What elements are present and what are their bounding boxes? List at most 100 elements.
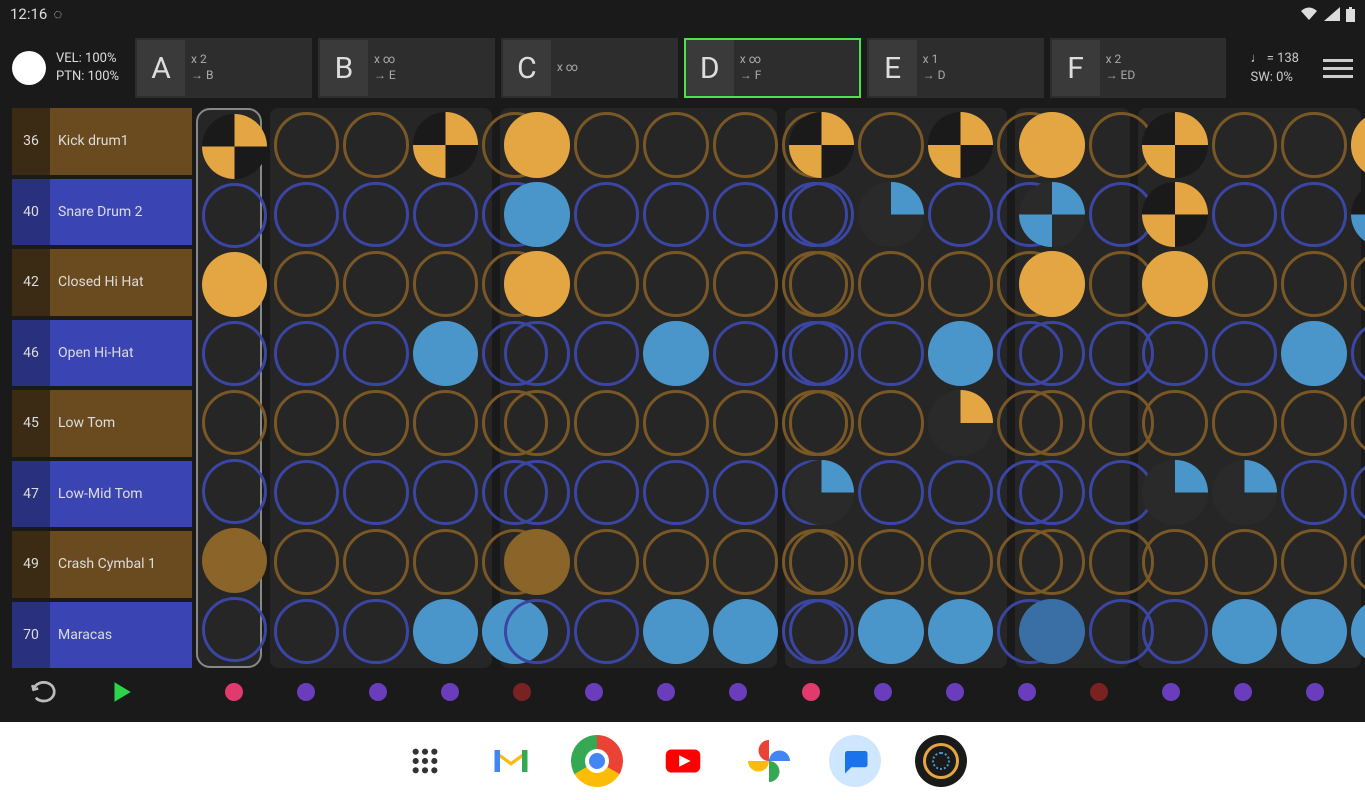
step-cell[interactable]	[858, 529, 924, 595]
record-indicator[interactable]	[12, 51, 46, 85]
step-cell[interactable]	[928, 321, 994, 387]
step-cell[interactable]	[574, 321, 640, 387]
step-cell[interactable]	[274, 251, 340, 317]
step-cell[interactable]	[413, 112, 479, 178]
step-cell[interactable]	[274, 390, 340, 456]
step-cell[interactable]	[1019, 390, 1085, 456]
step-cell[interactable]	[574, 182, 640, 248]
step-cell[interactable]	[713, 599, 779, 665]
step-cell[interactable]	[1281, 112, 1347, 178]
step-cell[interactable]	[1019, 599, 1085, 665]
step-dot[interactable]	[369, 683, 387, 701]
step-cell[interactable]	[858, 321, 924, 387]
step-cell[interactable]	[274, 321, 340, 387]
step-cell[interactable]	[574, 112, 640, 178]
step-cell[interactable]	[1142, 321, 1208, 387]
step-cell[interactable]	[413, 321, 479, 387]
track-label[interactable]: 47Low-Mid Tom	[12, 461, 192, 528]
messages-icon[interactable]	[829, 735, 881, 787]
step-cell[interactable]	[1019, 460, 1085, 526]
step-cell[interactable]	[1351, 529, 1365, 595]
step-dot[interactable]	[657, 683, 675, 701]
step-cell[interactable]	[1351, 112, 1365, 178]
youtube-icon[interactable]	[657, 735, 709, 787]
step-cell[interactable]	[1212, 112, 1278, 178]
step-cell[interactable]	[504, 182, 570, 248]
step-dot[interactable]	[874, 683, 892, 701]
step-cell[interactable]	[789, 112, 855, 178]
step-dot[interactable]	[585, 683, 603, 701]
step-cell[interactable]	[504, 599, 570, 665]
step-cell[interactable]	[928, 251, 994, 317]
photos-icon[interactable]	[743, 735, 795, 787]
drum-app-icon[interactable]	[915, 735, 967, 787]
step-dot[interactable]	[729, 683, 747, 701]
step-cell[interactable]	[274, 529, 340, 595]
step-cell[interactable]	[343, 599, 409, 665]
step-cell[interactable]	[343, 460, 409, 526]
step-cell[interactable]	[1351, 390, 1365, 456]
track-label[interactable]: 70Maracas	[12, 602, 192, 669]
loop-button[interactable]	[30, 678, 58, 706]
chrome-icon[interactable]	[571, 735, 623, 787]
step-cell[interactable]	[789, 390, 855, 456]
step-cell[interactable]	[643, 112, 709, 178]
step-dot[interactable]	[225, 683, 243, 701]
step-cell[interactable]	[413, 251, 479, 317]
step-cell[interactable]	[928, 112, 994, 178]
step-cell[interactable]	[643, 251, 709, 317]
step-cell[interactable]	[928, 599, 994, 665]
step-cell[interactable]	[1212, 599, 1278, 665]
step-cell[interactable]	[343, 390, 409, 456]
step-cell[interactable]	[1212, 529, 1278, 595]
tempo-readout[interactable]: ♩ = 138 SW: 0%	[1250, 49, 1299, 88]
pattern-tab-c[interactable]: Cx ∞	[501, 38, 678, 98]
step-cell[interactable]	[1212, 182, 1278, 248]
step-cell[interactable]	[202, 114, 267, 179]
step-cell[interactable]	[1142, 112, 1208, 178]
step-cell[interactable]	[343, 251, 409, 317]
step-cell[interactable]	[1019, 251, 1085, 317]
step-cell[interactable]	[504, 251, 570, 317]
step-cell[interactable]	[504, 112, 570, 178]
step-cell[interactable]	[1212, 251, 1278, 317]
step-cell[interactable]	[1019, 529, 1085, 595]
pattern-tab-a[interactable]: Ax 2→ B	[135, 38, 312, 98]
step-cell[interactable]	[574, 529, 640, 595]
step-cell[interactable]	[713, 390, 779, 456]
step-cell[interactable]	[1351, 599, 1365, 665]
track-label[interactable]: 42Closed Hi Hat	[12, 249, 192, 316]
step-cell[interactable]	[713, 182, 779, 248]
step-cell[interactable]	[202, 390, 267, 455]
step-cell[interactable]	[1281, 321, 1347, 387]
step-cell[interactable]	[858, 251, 924, 317]
step-cell[interactable]	[789, 321, 855, 387]
step-cell[interactable]	[789, 251, 855, 317]
step-cell[interactable]	[643, 460, 709, 526]
step-cell[interactable]	[1281, 529, 1347, 595]
step-cell[interactable]	[643, 321, 709, 387]
track-label[interactable]: 46Open Hi-Hat	[12, 320, 192, 387]
step-cell[interactable]	[1019, 321, 1085, 387]
play-button[interactable]	[108, 679, 134, 705]
step-dot[interactable]	[946, 683, 964, 701]
track-label[interactable]: 36Kick drum1	[12, 108, 192, 175]
step-dot[interactable]	[1234, 683, 1252, 701]
step-cell[interactable]	[789, 529, 855, 595]
step-cell[interactable]	[504, 321, 570, 387]
step-cell[interactable]	[1142, 529, 1208, 595]
step-dot[interactable]	[1090, 683, 1108, 701]
step-cell[interactable]	[713, 112, 779, 178]
step-cell[interactable]	[1019, 182, 1085, 248]
step-cell[interactable]	[343, 112, 409, 178]
step-cell[interactable]	[1281, 182, 1347, 248]
step-cell[interactable]	[789, 460, 855, 526]
step-cell[interactable]	[928, 390, 994, 456]
step-cell[interactable]	[1351, 321, 1365, 387]
step-cell[interactable]	[413, 390, 479, 456]
step-cell[interactable]	[713, 251, 779, 317]
step-cell[interactable]	[1212, 460, 1278, 526]
track-label[interactable]: 40Snare Drum 2	[12, 179, 192, 246]
step-dot[interactable]	[1018, 683, 1036, 701]
step-dot[interactable]	[1306, 683, 1324, 701]
